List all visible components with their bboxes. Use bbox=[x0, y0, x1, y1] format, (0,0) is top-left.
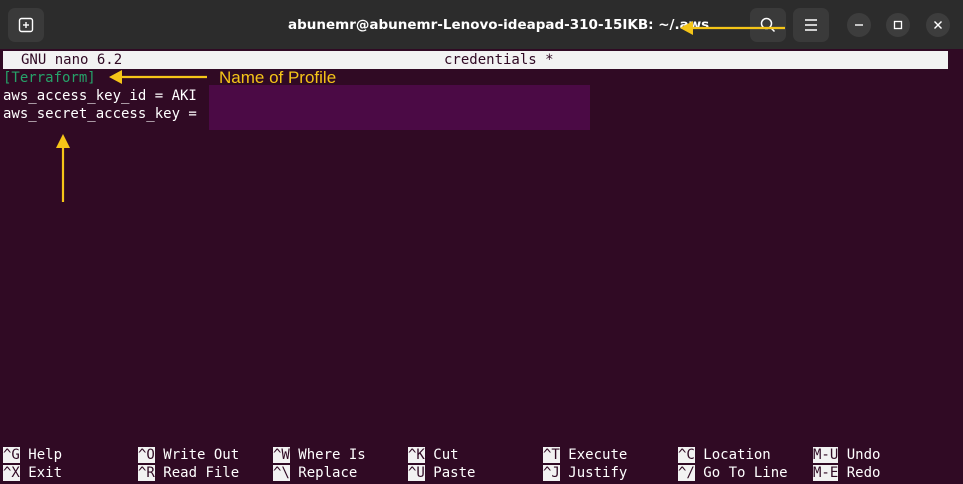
shortcut-write-out[interactable]: ^O Write Out bbox=[138, 446, 239, 464]
close-button[interactable] bbox=[926, 13, 950, 37]
shortcut-execute[interactable]: ^T Execute bbox=[543, 446, 627, 464]
window-title: abunemr@abunemr-Lenovo-ideapad-310-15IKB… bbox=[288, 17, 710, 33]
menu-icon bbox=[805, 19, 817, 31]
redacted-keys-block bbox=[209, 85, 590, 130]
profile-line: [Terraform] bbox=[3, 70, 96, 86]
new-tab-button[interactable] bbox=[8, 8, 44, 42]
shortcut-justify[interactable]: ^J Justify bbox=[543, 464, 627, 482]
terminal-window: abunemr@abunemr-Lenovo-ideapad-310-15IKB… bbox=[0, 0, 963, 484]
nano-filename: credentials * bbox=[444, 52, 554, 68]
shortcut-location[interactable]: ^C Location bbox=[678, 446, 771, 464]
shortcut-redo[interactable]: M-E Redo bbox=[813, 464, 880, 482]
shortcut-go-to-line[interactable]: ^/ Go To Line bbox=[678, 464, 788, 482]
terminal-area[interactable]: GNU nano 6.2 credentials * [Terraform] a… bbox=[0, 49, 963, 484]
secret-key-line: aws_secret_access_key = bbox=[3, 106, 197, 122]
nano-version: GNU nano 6.2 bbox=[21, 52, 123, 68]
profile-name-annotation: Name of Profile bbox=[219, 68, 337, 87]
search-icon bbox=[760, 17, 776, 33]
title-bar: abunemr@abunemr-Lenovo-ideapad-310-15IKB… bbox=[0, 0, 963, 49]
shortcut-undo[interactable]: M-U Undo bbox=[813, 446, 880, 464]
access-key-line: aws_access_key_id = AKI bbox=[3, 88, 197, 104]
nano-header-bar: GNU nano 6.2 credentials * bbox=[3, 51, 948, 69]
shortcut-replace[interactable]: ^\ Replace bbox=[273, 464, 357, 482]
new-tab-icon bbox=[18, 17, 34, 33]
shortcut-help[interactable]: ^G Help bbox=[3, 446, 62, 464]
maximize-icon bbox=[893, 20, 903, 30]
shortcut-paste[interactable]: ^U Paste bbox=[408, 464, 475, 482]
shortcut-exit[interactable]: ^X Exit bbox=[3, 464, 62, 482]
shortcut-where-is[interactable]: ^W Where Is bbox=[273, 446, 366, 464]
menu-button[interactable] bbox=[793, 8, 829, 42]
search-button[interactable] bbox=[750, 8, 786, 42]
shortcut-bar: ^G Help ^X Exit ^O Write Out ^R Read Fil… bbox=[0, 446, 963, 484]
shortcut-read-file[interactable]: ^R Read File bbox=[138, 464, 239, 482]
shortcut-cut[interactable]: ^K Cut bbox=[408, 446, 459, 464]
close-icon bbox=[934, 21, 942, 29]
minimize-button[interactable] bbox=[847, 13, 871, 37]
maximize-button[interactable] bbox=[886, 13, 910, 37]
minimize-icon bbox=[855, 24, 863, 26]
